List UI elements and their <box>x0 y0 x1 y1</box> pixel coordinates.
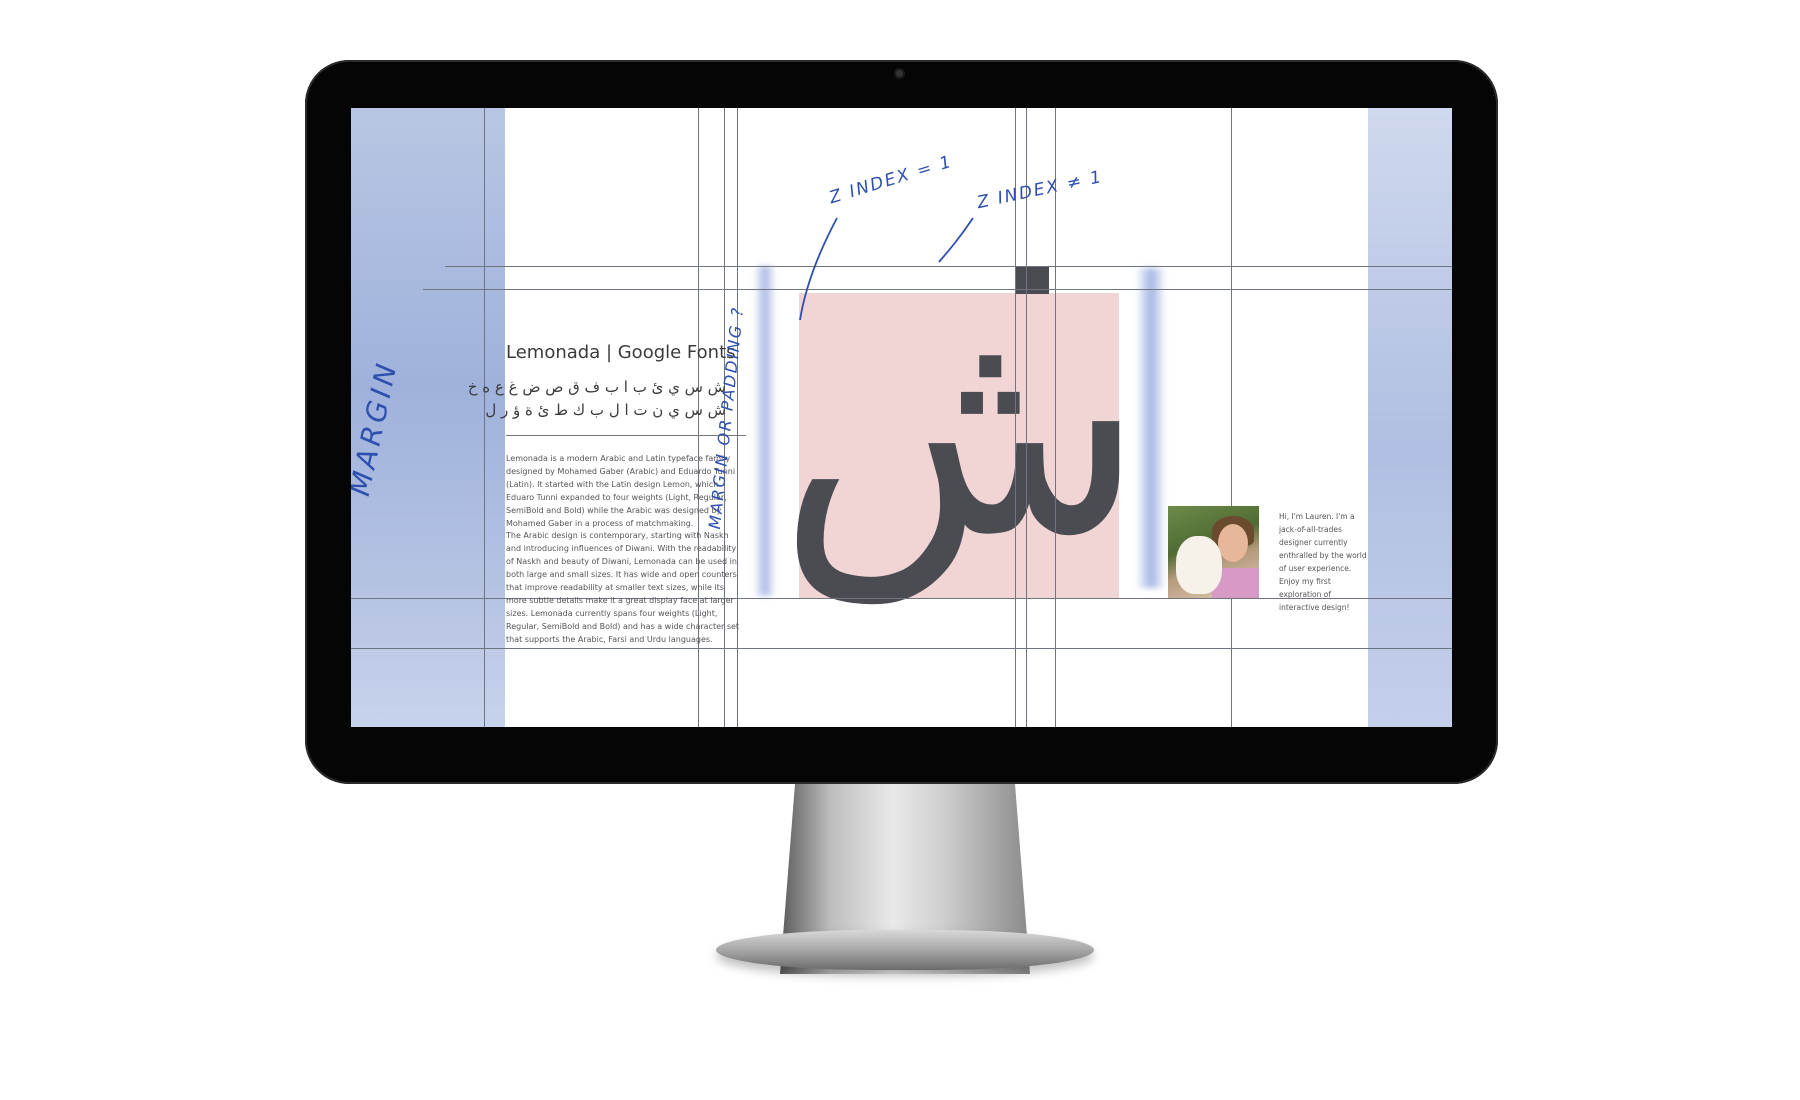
screen: ش Lemonada | Google Fonts ش س ي ئ ب ا ب … <box>351 108 1452 727</box>
pointer-line <box>938 217 974 263</box>
annotation-strokes <box>799 217 974 321</box>
camera-icon <box>896 70 903 77</box>
pointer-line <box>799 217 838 321</box>
monitor-frame: ش Lemonada | Google Fonts ش س ي ئ ب ا ب … <box>305 60 1498 784</box>
monitor-stand-base <box>716 930 1094 970</box>
